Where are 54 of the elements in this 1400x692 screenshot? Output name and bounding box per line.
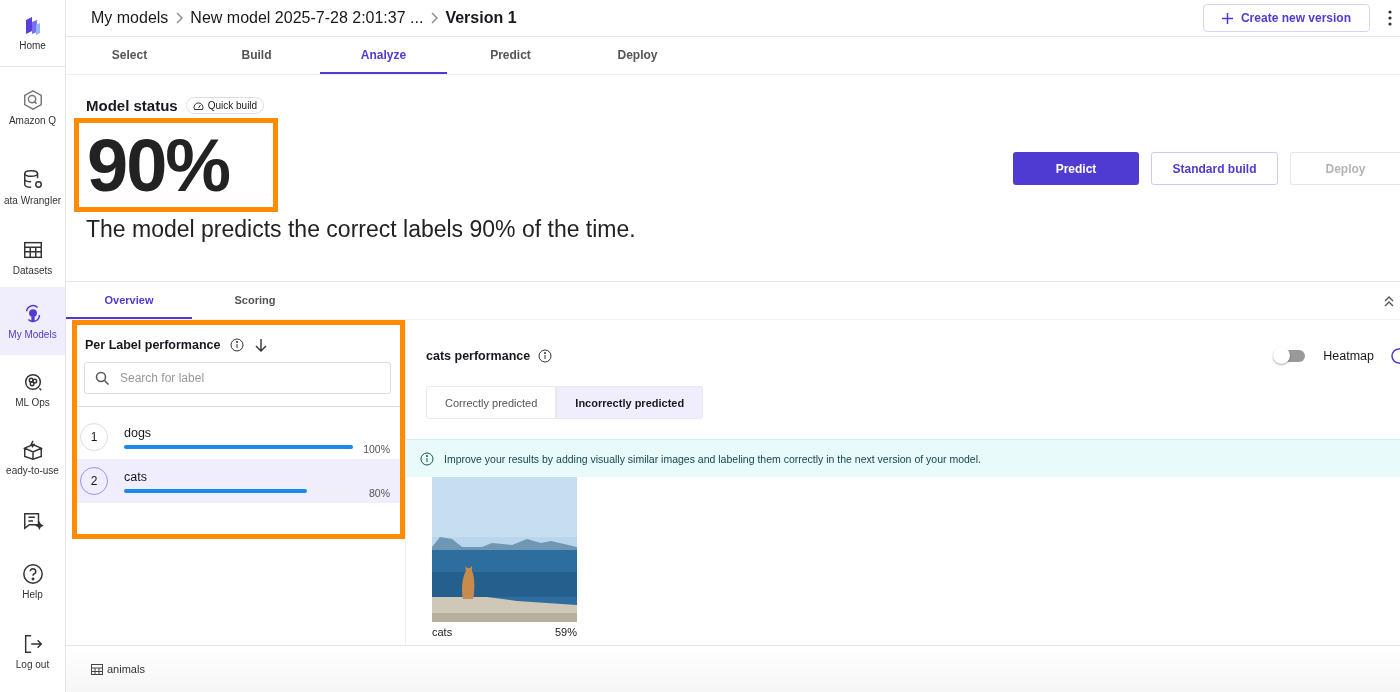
label-name: cats (124, 469, 148, 484)
sidebar-item[interactable]: Datasets (0, 227, 65, 287)
tab[interactable]: Predict (447, 37, 574, 74)
hexagon-icon (21, 88, 44, 111)
tab[interactable]: Scoring (192, 282, 318, 319)
sidebar-item[interactable]: Home (0, 0, 65, 67)
percentage: 80% (369, 486, 390, 499)
sidebar-item[interactable]: eady-to-use (0, 423, 65, 491)
sidebar-item[interactable]: Amazon Q (0, 67, 65, 147)
info-icon[interactable] (538, 349, 553, 363)
percentage: 100% (363, 442, 390, 455)
tab[interactable]: Select (66, 37, 193, 74)
label-name: dogs (124, 425, 153, 440)
sidebar-item[interactable]: Log out (0, 611, 65, 691)
table-icon (91, 663, 103, 675)
breadcrumb-link[interactable]: My models (91, 9, 169, 27)
info-icon (420, 451, 434, 466)
action-button[interactable]: Standard build (1151, 152, 1278, 185)
search-field[interactable]: Search for label (84, 362, 391, 394)
plus-icon (1221, 12, 1233, 24)
image-label: cats (432, 626, 453, 638)
toggle-label: Heatmap (1323, 349, 1374, 363)
heatmap-toggle[interactable] (1275, 350, 1306, 362)
gauge-icon (192, 100, 204, 111)
box-icon (21, 438, 44, 461)
tab[interactable]: Overview (66, 282, 192, 319)
sidebar-item[interactable]: Help (0, 551, 65, 611)
sidebar-item[interactable]: ML Ops (0, 355, 65, 423)
sidebar-item[interactable]: My Models (0, 287, 65, 355)
panel-title: cats performance (426, 349, 531, 363)
accuracy-score: 90% (74, 118, 278, 212)
notice-text: Improve your results by adding visually similar images and labeling them correctly in the next version of your model. (444, 452, 981, 465)
tab[interactable]: Analyze (320, 37, 447, 74)
breadcrumb-link[interactable]: New model 2025-7-28 2:01:37 ... (190, 9, 424, 27)
confidence-score: 59% (554, 626, 577, 638)
dataset-name: animals (107, 663, 145, 675)
info-icon[interactable] (230, 338, 245, 352)
create-version-button[interactable]: Create new version (1202, 4, 1370, 32)
label-row[interactable]: 1 dogs 100% (72, 415, 400, 459)
chat-sparkle-icon (21, 510, 44, 532)
tab[interactable]: Deploy (574, 37, 701, 74)
help-icon (21, 562, 44, 585)
tab[interactable]: Build (193, 37, 320, 74)
segment-button[interactable]: Correctly predicted (426, 386, 557, 419)
accuracy-summary: The model predicts the correct labels 90% of the time. (86, 216, 636, 243)
database-icon (21, 168, 44, 191)
collapse-icon[interactable] (1382, 294, 1396, 308)
sidebar-item[interactable]: ata Wrangler (0, 147, 65, 227)
page-title: Version 1 (445, 9, 517, 27)
action-button[interactable]: Predict (1013, 152, 1139, 185)
sort-arrow-icon[interactable] (254, 338, 269, 352)
section-title: Model status (86, 97, 178, 114)
panel-title: Per Label performance (85, 338, 221, 352)
segment-button[interactable]: Incorrectly predicted (556, 386, 704, 419)
